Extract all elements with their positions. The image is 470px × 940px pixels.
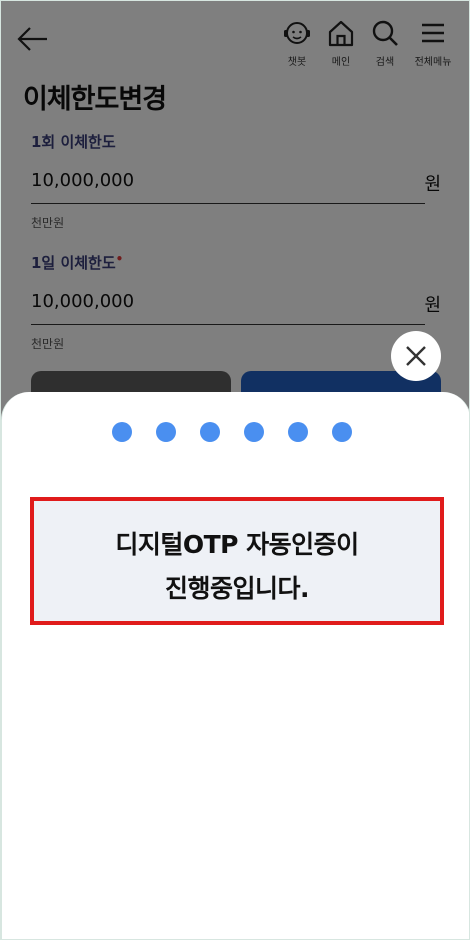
progress-dot	[156, 422, 176, 442]
progress-dot	[244, 422, 264, 442]
progress-dot	[200, 422, 220, 442]
progress-dot	[288, 422, 308, 442]
otp-message-line2: 진행중입니다.	[165, 574, 310, 603]
progress-dots	[112, 422, 362, 444]
screen: 챗봇 메인 검색 전체메뉴 이체한도변경 1회 이	[0, 0, 470, 940]
close-icon	[406, 346, 426, 366]
otp-message-line1: 디지털OTP 자동인증이	[115, 530, 359, 559]
otp-auth-bottom-sheet: 디지털OTP 자동인증이 진행중입니다.	[1, 392, 469, 939]
progress-dot	[112, 422, 132, 442]
close-button[interactable]	[391, 331, 441, 381]
progress-dot	[332, 422, 352, 442]
otp-status-message: 디지털OTP 자동인증이 진행중입니다.	[30, 497, 444, 625]
